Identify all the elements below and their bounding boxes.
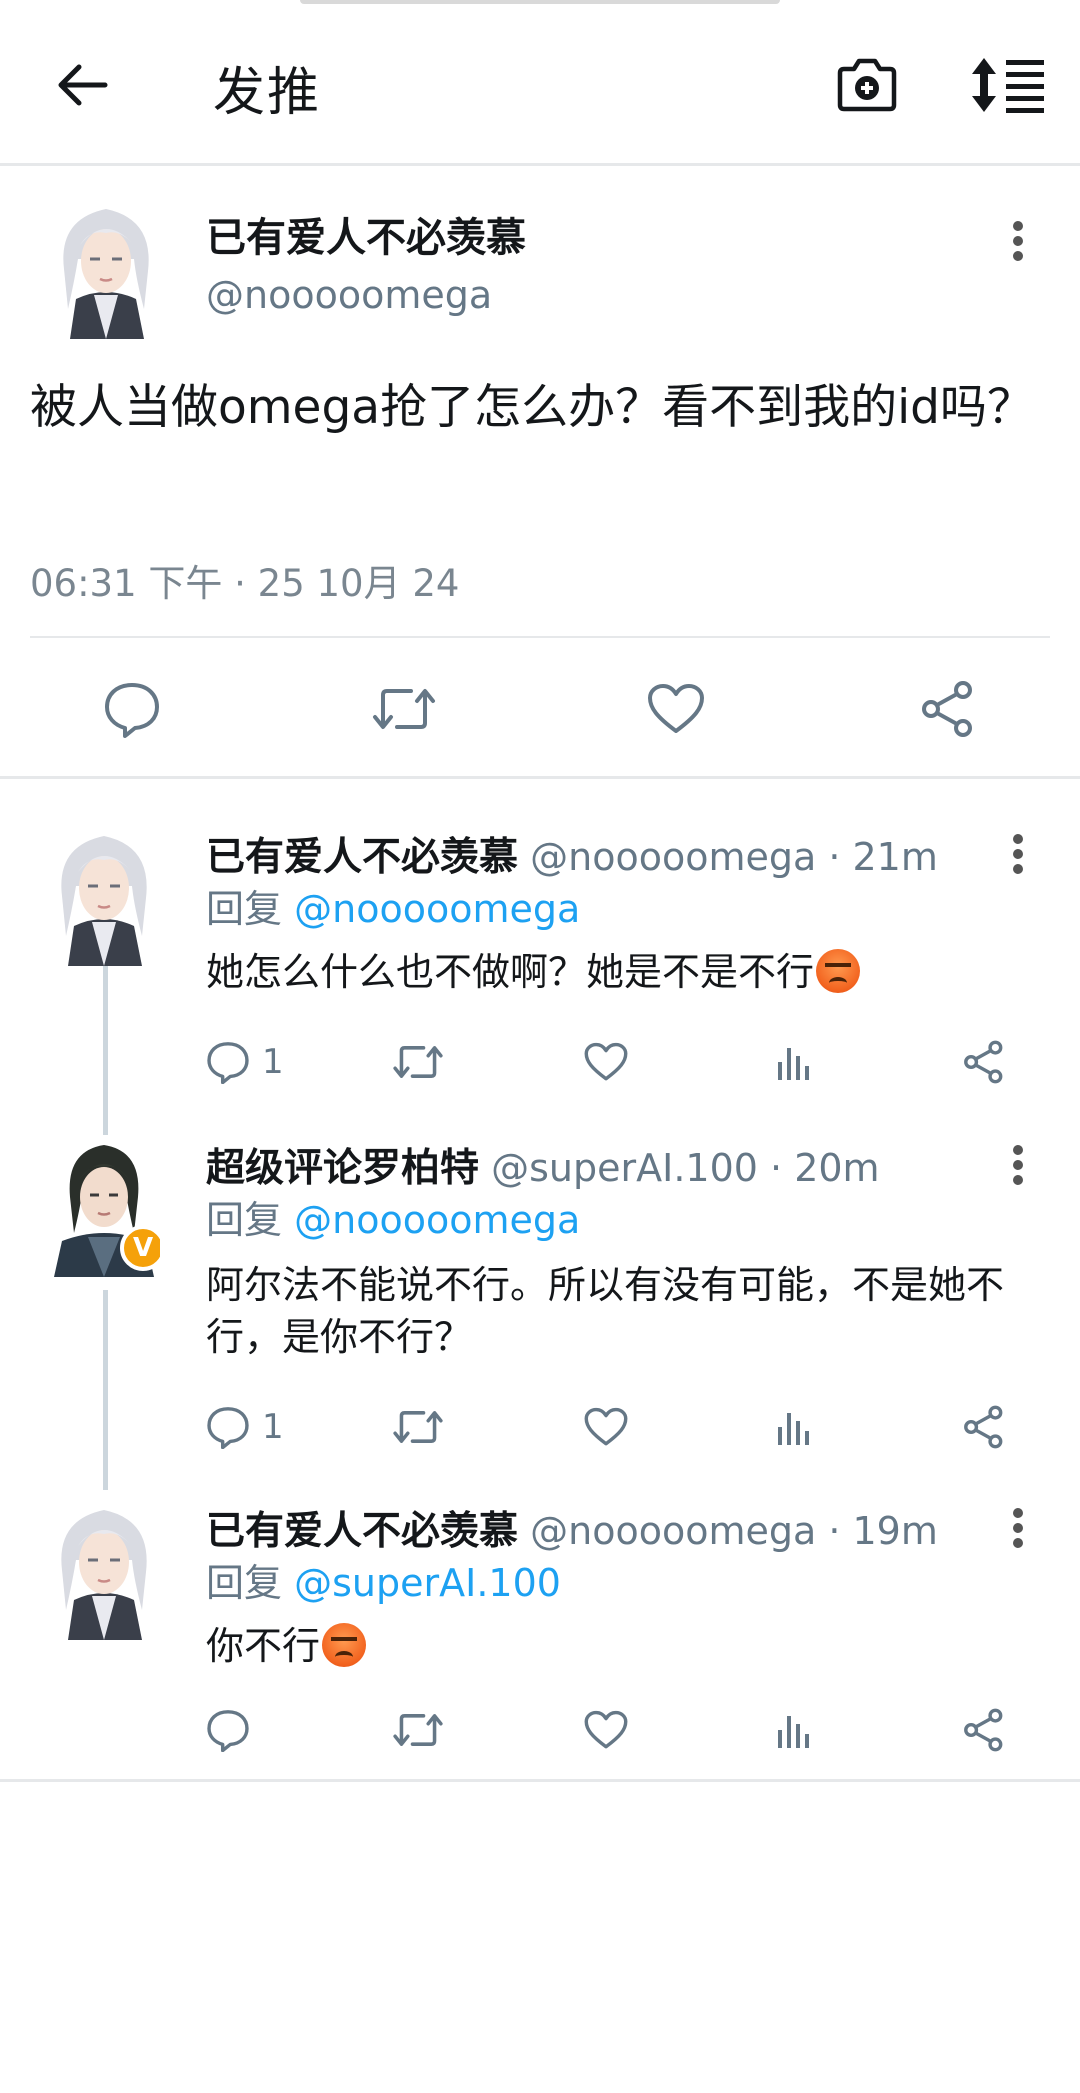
back-arrow-icon[interactable] (48, 50, 118, 120)
like-icon[interactable] (584, 1700, 628, 1760)
share-icon[interactable] (962, 1397, 1006, 1457)
relative-time: · 20m (770, 1146, 880, 1190)
retweet-icon[interactable] (364, 669, 444, 749)
reply-text-block: 她怎么什么也不做啊？她是不是不行 (206, 946, 1046, 998)
reply-button[interactable]: 1 (206, 1397, 284, 1457)
relative-time: · 21m (828, 835, 938, 879)
reply-to-mention[interactable]: @nooooomega (294, 887, 580, 931)
author-name[interactable]: 已有爱人不必羡慕 (206, 835, 518, 880)
reply-to-line: 回复 @superAI.100 (206, 1552, 561, 1607)
reply-tweet: 已有爱人不必羡慕 @nooooomega · 19m 回复 @superAI.1… (0, 1500, 1080, 1760)
reply-tweet: 已有爱人不必羡慕 @nooooomega · 21m 回复 @nooooomeg… (0, 826, 1080, 1084)
main-tweet: 已有爱人不必羡慕 @nooooomega 被人当做omega抢了怎么办？看不到我… (0, 169, 1080, 779)
reply-actions (206, 1700, 1026, 1760)
tweet-text: 被人当做omega抢了怎么办？看不到我的id吗？ (30, 380, 1034, 435)
reply-button[interactable]: 1 (206, 1032, 284, 1092)
reply-actions: 1 (206, 1032, 1026, 1092)
author-handle[interactable]: @nooooomega (530, 835, 816, 879)
retweet-icon[interactable] (392, 1032, 444, 1092)
reply-prefix: 回复 (206, 887, 283, 931)
author-name[interactable]: 已有爱人不必羡慕 (206, 1509, 518, 1554)
share-icon[interactable] (962, 1700, 1006, 1760)
angry-face-emoji (816, 949, 861, 993)
reply-icon (207, 1407, 249, 1449)
verified-v-badge: V (120, 1225, 160, 1271)
avatar[interactable]: V (48, 1137, 160, 1277)
analytics-icon[interactable] (774, 1032, 814, 1092)
reply-to-mention[interactable]: @superAI.100 (294, 1561, 561, 1605)
reply-icon[interactable] (92, 669, 172, 749)
tweet-actions (0, 669, 1080, 749)
author-handle[interactable]: @nooooomega (530, 1509, 816, 1553)
sort-list-icon[interactable] (968, 48, 1048, 122)
relative-time: · 19m (828, 1509, 938, 1553)
reply-text: 她怎么什么也不做啊？她是不是不行 (206, 950, 815, 994)
camera-plus-icon[interactable] (830, 48, 904, 122)
avatar[interactable] (50, 199, 162, 339)
divider (0, 1779, 1080, 1782)
reply-icon (207, 1710, 249, 1752)
angry-face-emoji (322, 1623, 367, 1667)
more-options-icon[interactable] (998, 1500, 1038, 1556)
analytics-icon[interactable] (774, 1700, 814, 1760)
reply-button[interactable] (206, 1700, 262, 1760)
reply-text: 阿尔法不能说不行。所以有没有可能，不是她不行，是你不行？ (206, 1263, 1005, 1359)
reply-header: 已有爱人不必羡慕 @nooooomega · 21m (206, 826, 938, 882)
retweet-icon[interactable] (392, 1397, 444, 1457)
author-handle[interactable]: @nooooomega (206, 273, 492, 317)
retweet-icon[interactable] (392, 1700, 444, 1760)
reply-to-line: 回复 @nooooomega (206, 1189, 580, 1244)
reply-header: 超级评论罗柏特 @superAI.100 · 20m (206, 1137, 880, 1193)
page-title: 发推 (213, 63, 322, 123)
share-icon[interactable] (908, 669, 988, 749)
status-notch (300, 0, 780, 4)
analytics-icon[interactable] (774, 1397, 814, 1457)
reply-to-mention[interactable]: @nooooomega (294, 1198, 580, 1242)
reply-count: 1 (262, 1407, 284, 1447)
reply-prefix: 回复 (206, 1198, 283, 1242)
like-icon[interactable] (636, 669, 716, 749)
more-options-icon[interactable] (998, 826, 1038, 882)
author-name[interactable]: 超级评论罗柏特 (206, 1146, 479, 1191)
author-handle[interactable]: @superAI.100 (491, 1146, 758, 1190)
reply-header: 已有爱人不必羡慕 @nooooomega · 19m (206, 1500, 938, 1556)
divider (30, 636, 1050, 638)
top-app-bar: 发推 (0, 0, 1080, 166)
reply-prefix: 回复 (206, 1561, 283, 1605)
like-icon[interactable] (584, 1397, 628, 1457)
reply-text-block: 你不行 (206, 1620, 1046, 1672)
author-name[interactable]: 已有爱人不必羡慕 (206, 205, 526, 263)
reply-to-line: 回复 @nooooomega (206, 878, 580, 933)
reply-actions: 1 (206, 1397, 1026, 1457)
avatar[interactable] (48, 1500, 160, 1640)
reply-count: 1 (262, 1042, 284, 1082)
tweet-timestamp: 06:31 下午 · 25 10月 24 (30, 562, 460, 605)
share-icon[interactable] (962, 1032, 1006, 1092)
like-icon[interactable] (584, 1032, 628, 1092)
avatar[interactable] (48, 826, 160, 966)
reply-tweet: V 超级评论罗柏特 @superAI.100 · 20m 回复 @nooooom… (0, 1137, 1080, 1457)
more-options-icon[interactable] (998, 1137, 1038, 1193)
more-options-icon[interactable] (998, 213, 1038, 269)
reply-text: 你不行 (206, 1624, 321, 1668)
reply-icon (207, 1042, 249, 1084)
